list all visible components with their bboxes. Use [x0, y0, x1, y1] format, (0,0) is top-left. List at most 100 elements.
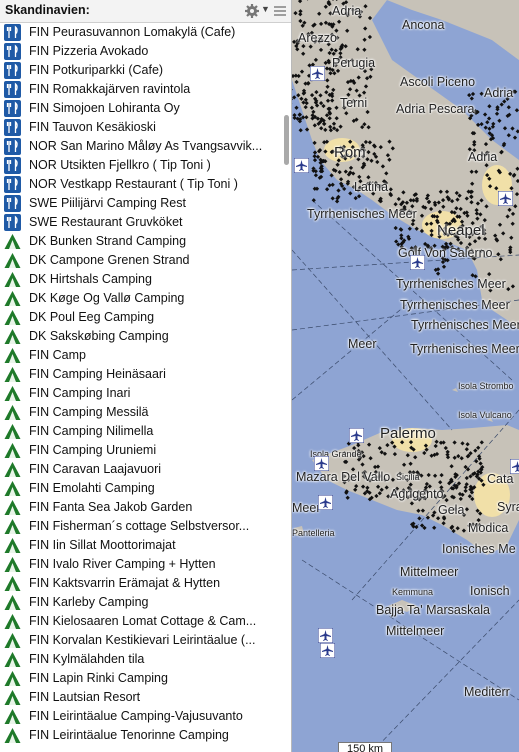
- list-item[interactable]: FIN Kaktsvarrin Erämajat & Hytten: [0, 574, 280, 593]
- airport-icon[interactable]: [314, 456, 329, 471]
- camping-icon: [4, 291, 21, 306]
- list-item[interactable]: NOR Utsikten Fjellkro ( Tip Toni ): [0, 156, 280, 175]
- map-label-modica: Modica: [468, 521, 509, 535]
- list-item[interactable]: DK Køge Og Vallø Camping: [0, 289, 280, 308]
- list-item-label: DK Køge Og Vallø Camping: [29, 291, 185, 305]
- airport-icon[interactable]: [310, 66, 325, 81]
- camping-icon: [4, 690, 21, 705]
- camping-icon: [4, 481, 21, 496]
- list-item[interactable]: FIN Potkuriparkki (Cafe): [0, 61, 280, 80]
- list-item-label: FIN Fisherman´s cottage Selbstversor...: [29, 519, 250, 533]
- list-item[interactable]: FIN Camping Nilimella: [0, 422, 280, 441]
- airport-icon[interactable]: [318, 495, 333, 510]
- list-item-label: FIN Pizzeria Avokado: [29, 44, 149, 58]
- list-item[interactable]: FIN Ivalo River Camping + Hytten: [0, 555, 280, 574]
- map-label-mittelmeer1: Mittelmeer: [400, 565, 459, 579]
- list-item[interactable]: FIN Camping Inari: [0, 384, 280, 403]
- camping-icon: [4, 367, 21, 382]
- list-item[interactable]: NOR Vestkapp Restaurant ( Tip Toni ): [0, 175, 280, 194]
- sidebar-scrollbar[interactable]: [284, 115, 289, 165]
- list-item[interactable]: FIN Tauvon Kesäkioski: [0, 118, 280, 137]
- chevron-down-icon[interactable]: ▼: [261, 4, 270, 14]
- airport-icon[interactable]: [320, 643, 335, 658]
- airport-icon[interactable]: [510, 459, 519, 474]
- camping-icon: [4, 253, 21, 268]
- list-item[interactable]: FIN Romakkajärven ravintola: [0, 80, 280, 99]
- map-label-rom: Rom: [334, 144, 366, 161]
- camping-icon: [4, 310, 21, 325]
- list-item[interactable]: FIN Camping Messilä: [0, 403, 280, 422]
- restaurant-icon: [4, 119, 21, 136]
- map-label-ionisches: Ionisches Me: [442, 542, 516, 556]
- list-item[interactable]: FIN Simojoen Lohiranta Oy: [0, 99, 280, 118]
- camping-icon: [4, 519, 21, 534]
- gear-icon[interactable]: [244, 3, 260, 19]
- camping-icon: [4, 405, 21, 420]
- list-item-label: FIN Emolahti Camping: [29, 481, 155, 495]
- airport-icon[interactable]: [349, 428, 364, 443]
- camping-icon: [4, 595, 21, 610]
- list-item[interactable]: FIN Fanta Sea Jakob Garden: [0, 498, 280, 517]
- map-label-tyrr5: Tyrrhenisches Meer: [410, 342, 519, 356]
- list-item-label: FIN Karleby Camping: [29, 595, 149, 609]
- map-label-sicilia: Sicilia: [396, 472, 420, 482]
- camping-icon: [4, 348, 21, 363]
- list-item[interactable]: DK Sakskøbing Camping: [0, 327, 280, 346]
- map-label-adria-pescara: Adria Pescara: [396, 102, 475, 116]
- list-item[interactable]: FIN Camping Uruniemi: [0, 441, 280, 460]
- restaurant-icon: [4, 43, 21, 60]
- list-item[interactable]: FIN Camp: [0, 346, 280, 365]
- camping-icon: [4, 652, 21, 667]
- map-label-perugia: Perugia: [332, 56, 376, 70]
- list-item[interactable]: FIN Leirintäalue Tenorinne Camping: [0, 726, 280, 745]
- map-label-ionisch2: Ionisch: [470, 584, 510, 598]
- map-view[interactable]: Adria Ancona Arezzo Perugia Ascoli Piceno Ter…: [292, 0, 519, 752]
- list-item[interactable]: FIN Kielosaaren Lomat Cottage & Cam...: [0, 612, 280, 631]
- map-label-syra: Syra: [497, 500, 519, 514]
- list-item-label: FIN Lapin Rinki Camping: [29, 671, 168, 685]
- list-item[interactable]: FIN Pizzeria Avokado: [0, 42, 280, 61]
- restaurant-icon: [4, 214, 21, 231]
- list-item[interactable]: FIN Kylmälahden tila: [0, 650, 280, 669]
- list-item-label: FIN Camping Messilä: [29, 405, 149, 419]
- list-item-label: FIN Leirintäalue Camping-Vajusuvanto: [29, 709, 243, 723]
- map-label-tyrr4: Tyrrhenisches Meer: [411, 318, 519, 332]
- list-item[interactable]: DK Hirtshals Camping: [0, 270, 280, 289]
- list-item-label: SWE Restaurant Gruvköket: [29, 215, 183, 229]
- list-item-label: SWE Piilijärvi Camping Rest: [29, 196, 186, 210]
- airport-icon[interactable]: [294, 158, 309, 173]
- list-item[interactable]: FIN Leirintäalue Camping-Vajusuvanto: [0, 707, 280, 726]
- list-item[interactable]: FIN Lautsian Resort: [0, 688, 280, 707]
- list-item[interactable]: FIN Lapin Rinki Camping: [0, 669, 280, 688]
- list-item[interactable]: NOR San Marino Måløy As Tvangsavvik...: [0, 137, 280, 156]
- camping-icon: [4, 386, 21, 401]
- list-item[interactable]: FIN Camping Heinäsaari: [0, 365, 280, 384]
- map-label-adria-top: Adria: [332, 4, 362, 18]
- list-item[interactable]: FIN Korvalan Kestikievari Leirintäalue (…: [0, 631, 280, 650]
- map-label-mazara: Mazara Del Vallo: [296, 470, 391, 484]
- list-item[interactable]: FIN Fisherman´s cottage Selbstversor...: [0, 517, 280, 536]
- list-item[interactable]: FIN Caravan Laajavuori: [0, 460, 280, 479]
- list-item[interactable]: SWE Piilijärvi Camping Rest: [0, 194, 280, 213]
- map-label-palermo: Palermo: [380, 425, 436, 442]
- list-item-label: FIN Camping Inari: [29, 386, 131, 400]
- list-item[interactable]: FIN Karleby Camping: [0, 593, 280, 612]
- airport-icon[interactable]: [410, 255, 425, 270]
- airport-icon[interactable]: [498, 191, 513, 206]
- list-item[interactable]: FIN Peurasuvannon Lomakylä (Cafe): [0, 23, 280, 42]
- camping-icon: [4, 728, 21, 743]
- airport-icon[interactable]: [318, 628, 333, 643]
- list-menu-icon[interactable]: [274, 5, 286, 17]
- restaurant-icon: [4, 157, 21, 174]
- camping-icon: [4, 538, 21, 553]
- list-item-label: FIN Lautsian Resort: [29, 690, 141, 704]
- list-item[interactable]: FIN Emolahti Camping: [0, 479, 280, 498]
- list-item[interactable]: FIN Iin Sillat Moottorimajat: [0, 536, 280, 555]
- sidebar-header: Skandinavien: ▼: [0, 0, 291, 23]
- list-item[interactable]: DK Poul Eeg Camping: [0, 308, 280, 327]
- list-item[interactable]: SWE Restaurant Gruvköket: [0, 213, 280, 232]
- list-item[interactable]: DK Bunken Strand Camping: [0, 232, 280, 251]
- map-label-isola-stromboli: Isola Strombo: [458, 381, 514, 391]
- restaurant-icon: [4, 138, 21, 155]
- list-item[interactable]: DK Campone Grenen Strand: [0, 251, 280, 270]
